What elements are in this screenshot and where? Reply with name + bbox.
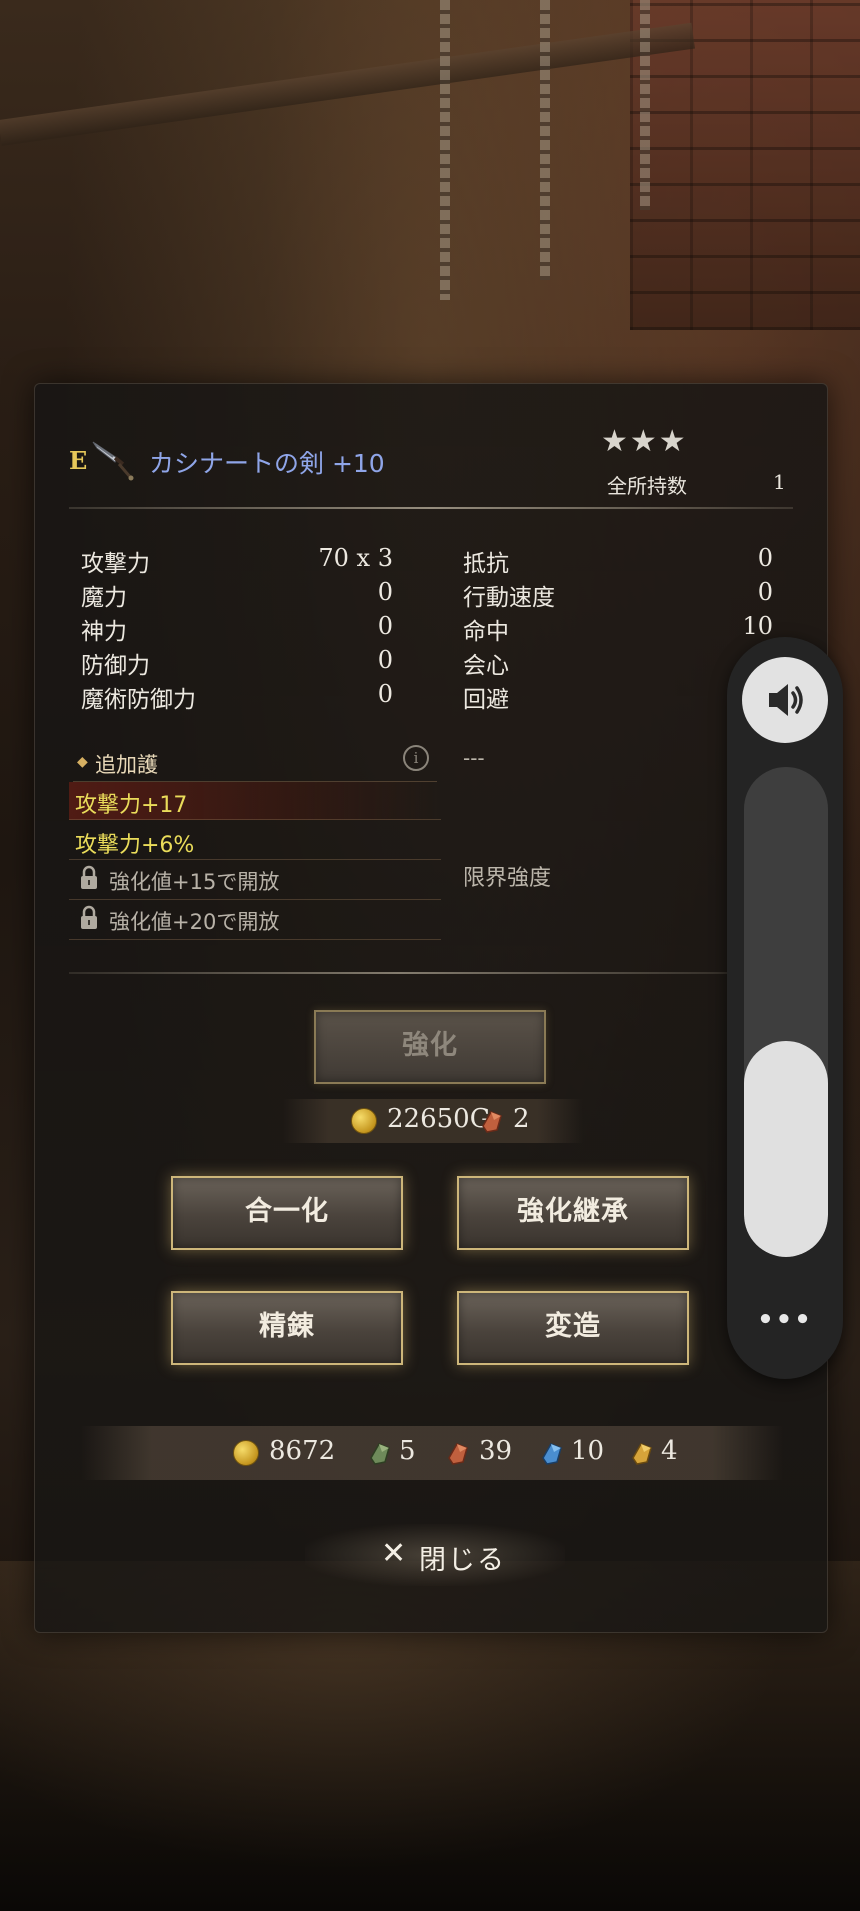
item-name: カシナートの剣 +10 xyxy=(149,449,385,478)
stat-label-evasion: 回避 xyxy=(463,687,509,713)
stat-label-divine: 神力 xyxy=(81,619,127,645)
stat-value-accuracy: 10 xyxy=(742,612,773,640)
background-chain xyxy=(540,0,550,280)
red-ore-amount: 39 xyxy=(479,1436,513,1466)
info-icon[interactable]: i xyxy=(403,745,429,771)
refine-button[interactable]: 精錬 xyxy=(171,1291,403,1365)
volume-level-fill xyxy=(744,1041,828,1257)
rarity-stars: ★★★ xyxy=(601,424,688,459)
limit-strength-label: 限界強度 xyxy=(463,866,552,891)
stat-label-attack: 攻撃力 xyxy=(81,551,150,577)
rank-badge: E xyxy=(69,446,88,475)
stat-label-magic: 魔力 xyxy=(81,585,127,611)
background-beam xyxy=(0,22,695,146)
modify-button[interactable]: 変造 xyxy=(457,1291,689,1365)
green-ore-icon xyxy=(370,1443,390,1465)
blue-ore-amount: 10 xyxy=(571,1436,605,1466)
stat-value-speed: 0 xyxy=(757,578,773,606)
speaker-button[interactable] xyxy=(742,657,828,743)
bonus-row: 攻撃力+6% xyxy=(69,822,441,860)
volume-slider[interactable] xyxy=(744,767,828,1257)
lock-icon xyxy=(81,865,97,889)
owned-count-value: 1 xyxy=(773,470,786,494)
close-icon: ✕ xyxy=(381,1536,407,1571)
sword-icon xyxy=(92,441,134,481)
volume-panel: ••• xyxy=(727,637,843,1379)
gold-ore-amount: 4 xyxy=(661,1436,678,1466)
section-divider xyxy=(69,972,729,974)
gold-amount: 8672 xyxy=(269,1436,336,1466)
enhance-cost-material: 2 xyxy=(513,1104,530,1134)
stat-value-divine: 0 xyxy=(377,612,393,640)
stat-value-attack: 70 x 3 xyxy=(318,544,393,572)
background-chain xyxy=(440,0,450,300)
stat-label-defense: 防御力 xyxy=(81,653,150,679)
stat-label-accuracy: 命中 xyxy=(463,619,509,645)
red-ore-icon xyxy=(448,1443,468,1465)
gold-coin-icon xyxy=(351,1108,377,1134)
bonus-text: 攻撃力+6% xyxy=(75,833,195,858)
header-divider xyxy=(69,507,793,509)
extra-value-placeholder: --- xyxy=(463,746,485,770)
blue-ore-icon xyxy=(542,1443,562,1465)
owned-count-label: 全所持数 xyxy=(607,474,687,498)
bonus-row: 攻撃力+17 xyxy=(69,782,441,820)
enhance-cost: 22650G 2 xyxy=(283,1099,583,1143)
bonus-text: 攻撃力+17 xyxy=(75,793,188,818)
speaker-icon xyxy=(769,684,803,716)
background-chain xyxy=(640,0,650,210)
resource-bar: 8672 5 39 10 4 xyxy=(81,1426,783,1480)
gold-coin-icon xyxy=(233,1440,259,1466)
stat-label-magic-defense: 魔術防御力 xyxy=(81,687,196,713)
green-ore-amount: 5 xyxy=(399,1436,416,1466)
extra-protection-header: ◆ 追加護 xyxy=(73,746,437,782)
extra-protection-title: 追加護 xyxy=(95,753,158,777)
locked-bonus-text: 強化値+20で開放 xyxy=(109,910,280,934)
stat-value-magic-defense: 0 xyxy=(377,680,393,708)
lock-icon xyxy=(81,905,97,929)
close-label: 閉じる xyxy=(419,1545,506,1576)
diamond-icon: ◆ xyxy=(77,754,88,770)
gold-ore-icon xyxy=(632,1443,652,1465)
inherit-enhance-button[interactable]: 強化継承 xyxy=(457,1176,689,1250)
more-options-button[interactable]: ••• xyxy=(727,1305,843,1335)
stat-value-defense: 0 xyxy=(377,646,393,674)
item-detail-panel: E カシナートの剣 +10 ★★★ 全所持数 1 攻撃力 70 x 3 魔力 0… xyxy=(34,383,828,1633)
stat-label-critical: 会心 xyxy=(463,653,509,679)
stat-value-magic: 0 xyxy=(377,578,393,606)
merge-button[interactable]: 合一化 xyxy=(171,1176,403,1250)
enhance-button[interactable]: 強化 xyxy=(314,1010,546,1084)
stat-label-speed: 行動速度 xyxy=(463,585,555,611)
stat-label-resist: 抵抗 xyxy=(463,551,509,577)
close-button[interactable]: ✕ 閉じる xyxy=(305,1524,565,1586)
enhance-cost-gold: 22650G xyxy=(387,1104,491,1134)
red-ore-icon xyxy=(482,1111,502,1133)
locked-bonus-text: 強化値+15で開放 xyxy=(109,870,280,894)
stat-value-resist: 0 xyxy=(757,544,773,572)
